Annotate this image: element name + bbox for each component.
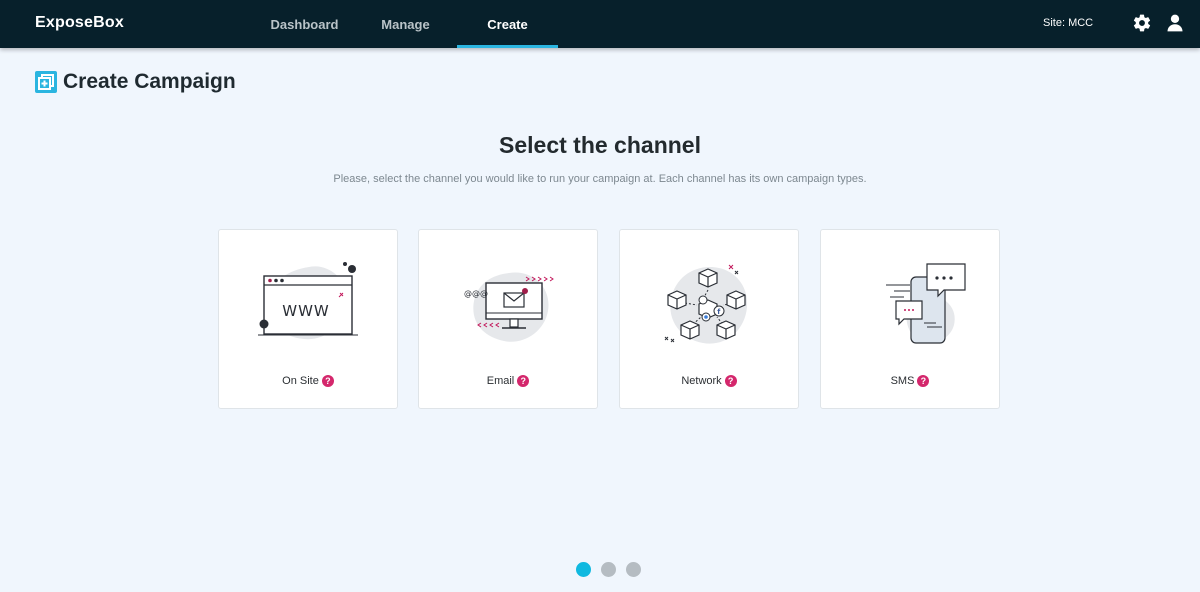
channel-label: Email? <box>419 375 597 387</box>
tab-create[interactable]: Create <box>457 0 558 48</box>
channel-label-text: Email <box>486 375 515 387</box>
channel-card-sms[interactable]: SMS? <box>820 229 1000 409</box>
user-icon[interactable] <box>1165 13 1185 33</box>
site-selector[interactable]: Site: MCC <box>1043 17 1093 29</box>
page-title-area: Create Campaign <box>35 70 236 94</box>
help-icon[interactable]: ? <box>917 375 930 387</box>
channel-card-email[interactable]: @@@ Email? <box>418 229 598 409</box>
channel-card-network[interactable]: f Network? <box>619 229 799 409</box>
brand-logo[interactable]: ExposeBox <box>35 14 124 32</box>
email-illustration-icon: @@@ <box>464 272 554 342</box>
top-navigation-bar: ExposeBox Dashboard Manage Create Site: … <box>0 0 1200 48</box>
channel-label-text: Network <box>681 375 722 387</box>
website-illustration-icon: WWW <box>258 262 358 340</box>
svg-text:@@@: @@@ <box>464 289 488 298</box>
help-icon[interactable]: ? <box>517 375 530 387</box>
tab-manage[interactable]: Manage <box>355 0 456 48</box>
channel-card-on-site[interactable]: WWW On Site? <box>218 229 398 409</box>
section-heading: Select the channel <box>499 132 701 158</box>
sms-illustration-icon <box>886 263 966 344</box>
help-icon[interactable]: ? <box>321 375 334 387</box>
page-title: Create Campaign <box>63 70 236 93</box>
section-description: Please, select the channel you would lik… <box>333 173 867 185</box>
network-illustration-icon: f <box>664 264 748 344</box>
pagination-dot-2[interactable] <box>601 562 616 577</box>
svg-text:WWW: WWW <box>282 302 330 320</box>
channel-label: Network? <box>620 375 798 387</box>
channel-label-text: On Site <box>282 375 319 387</box>
gear-icon[interactable] <box>1132 13 1152 33</box>
pagination-dot-3[interactable] <box>626 562 641 577</box>
tab-dashboard[interactable]: Dashboard <box>254 0 355 48</box>
help-icon[interactable]: ? <box>724 375 737 387</box>
create-campaign-icon <box>35 71 57 93</box>
channel-label: SMS? <box>821 375 999 387</box>
pagination-dot-1[interactable] <box>576 562 591 577</box>
channel-label-text: SMS <box>890 375 915 387</box>
channel-label: On Site? <box>219 375 397 387</box>
